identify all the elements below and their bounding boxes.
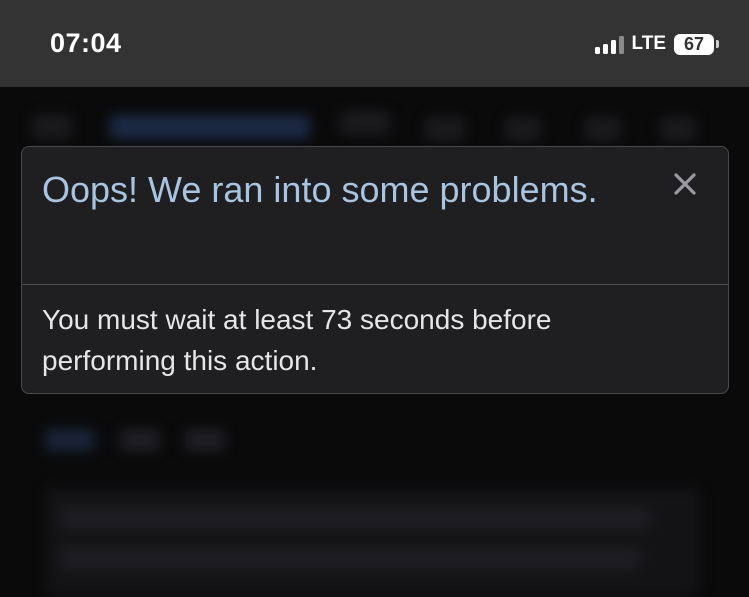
signal-icon	[594, 34, 624, 54]
bg-text-line-2	[60, 547, 640, 569]
bg-crumb-3	[185, 429, 225, 451]
bg-crumb-2	[120, 429, 160, 451]
modal-header: Oops! We ran into some problems.	[22, 147, 728, 285]
battery-icon: 67	[674, 33, 714, 55]
battery-level: 67	[683, 34, 705, 54]
bg-nav-1	[340, 111, 390, 135]
bg-nav-2	[425, 117, 465, 141]
bg-crumb-1	[45, 429, 95, 451]
bg-logo	[110, 115, 310, 139]
status-bar: 07:04 LTE 67	[0, 0, 749, 87]
modal-title: Oops! We ran into some problems.	[42, 169, 598, 210]
network-label: LTE	[631, 33, 666, 54]
error-modal: Oops! We ran into some problems. You mus…	[21, 146, 729, 394]
bg-nav-3	[505, 117, 541, 141]
status-indicators: LTE 67	[594, 31, 719, 57]
status-time: 07:04	[50, 28, 122, 58]
close-icon	[674, 173, 696, 195]
battery-tip	[716, 40, 719, 48]
bg-nav-4	[585, 117, 621, 141]
bg-nav-5	[660, 117, 696, 141]
bg-text-line-1	[60, 507, 650, 529]
bg-content-card	[45, 487, 700, 597]
close-button[interactable]	[670, 169, 700, 199]
modal-message: You must wait at least 73 seconds before…	[42, 304, 552, 376]
bg-menu-icon	[32, 115, 72, 139]
